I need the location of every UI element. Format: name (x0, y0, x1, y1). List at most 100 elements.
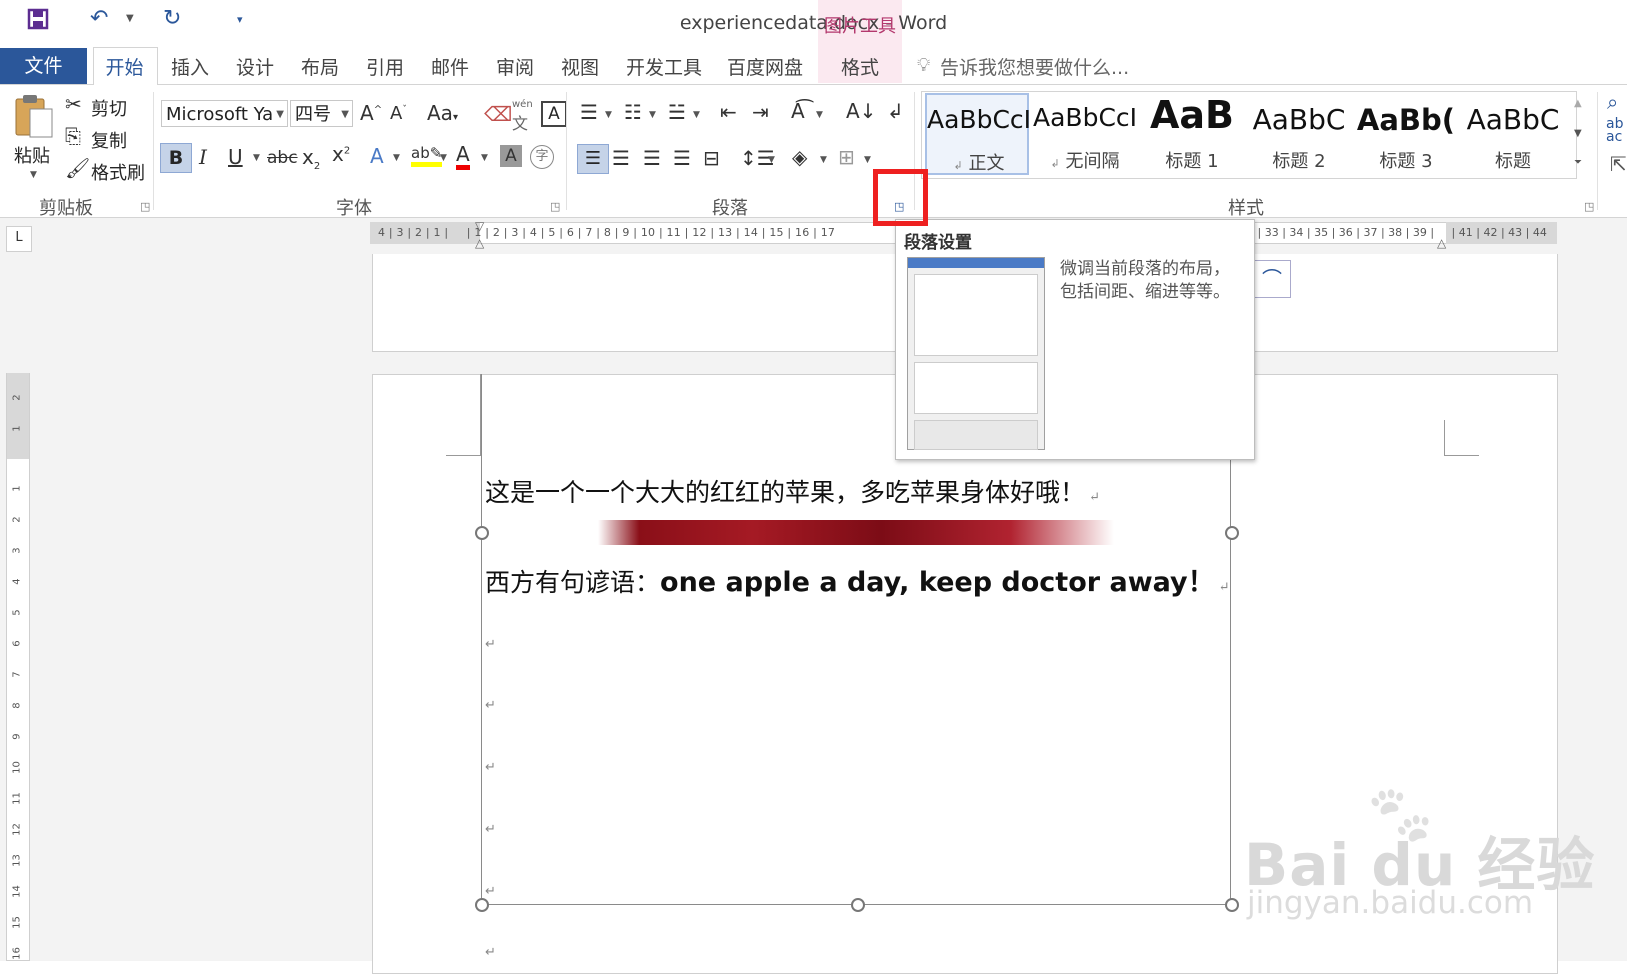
styles-scroll-down-icon[interactable]: ▼ (1574, 128, 1582, 139)
styles-scroll-up-icon[interactable]: ▲ (1574, 98, 1582, 109)
text-effects-dropdown-icon[interactable]: ▼ (393, 153, 400, 163)
shading-dropdown-icon[interactable]: ▼ (820, 155, 827, 165)
format-painter-button[interactable]: 格式刷 (91, 159, 145, 185)
subscript-icon[interactable]: x2 (302, 145, 320, 172)
resize-handle[interactable] (475, 526, 489, 540)
style-heading-2[interactable]: AaBbC 标题 2 (1247, 93, 1351, 175)
copy-icon[interactable]: ⎘ (65, 124, 81, 148)
styles-launcher-icon[interactable]: ◳ (1584, 200, 1594, 213)
hanging-indent-marker-icon[interactable]: △ (475, 236, 484, 250)
tooltip-description: 微调当前段落的布局，包括间距、缩进等等。 (1060, 259, 1230, 302)
paste-dropdown-icon[interactable]: ▼ (30, 170, 37, 180)
right-indent-marker-icon[interactable]: △ (1437, 236, 1446, 250)
numbering-icon[interactable]: ☷ (624, 100, 642, 124)
vertical-ruler-number: 2 (11, 516, 23, 523)
tab-mailings[interactable]: 邮件 (431, 53, 469, 80)
character-border-icon[interactable]: A (541, 101, 567, 127)
bold-icon[interactable]: B (160, 143, 192, 173)
paste-icon[interactable] (14, 93, 56, 143)
font-size-combo[interactable]: 四号 ▼ (290, 100, 353, 127)
tab-file[interactable]: 文件 (0, 48, 87, 84)
resize-handle[interactable] (851, 898, 865, 912)
font-color-icon[interactable]: A (456, 143, 470, 170)
line-spacing-dropdown-icon[interactable]: ▼ (768, 155, 775, 165)
shrink-font-icon[interactable]: Aˇ (390, 103, 407, 124)
decrease-indent-icon[interactable]: ⇤ (720, 100, 737, 124)
multilevel-list-icon[interactable]: ☱ (668, 100, 686, 124)
style-normal[interactable]: AaBbCcI ↲ 正文 (925, 93, 1031, 175)
bullets-dropdown-icon[interactable]: ▼ (605, 110, 612, 120)
resize-handle[interactable] (1225, 898, 1239, 912)
tab-baidu-netdisk[interactable]: 百度网盘 (727, 53, 803, 80)
italic-icon[interactable]: I (199, 145, 207, 169)
layout-options-icon[interactable]: ⌒ (1253, 260, 1291, 298)
find-icon[interactable]: ⌕ (1607, 90, 1618, 114)
style-heading-3[interactable]: AaBb( 标题 3 (1354, 93, 1458, 175)
document-line-2-prefix: 西方有句谚语： (485, 568, 661, 597)
underline-icon[interactable]: U (228, 145, 243, 169)
borders-dropdown-icon[interactable]: ▼ (864, 155, 871, 165)
tab-references[interactable]: 引用 (366, 53, 404, 80)
select-icon[interactable]: ⇱ (1610, 152, 1627, 176)
superscript-icon[interactable]: x2 (332, 142, 350, 166)
show-hide-marks-icon[interactable]: ↲ (887, 99, 904, 123)
tell-me-search[interactable]: 告诉我您想要做什么... (940, 53, 1129, 80)
style-title[interactable]: AaBbC 标题 (1461, 93, 1565, 175)
sort-icon[interactable]: A↓ (846, 99, 876, 123)
scissors-icon[interactable]: ✂ (65, 92, 82, 116)
cut-button[interactable]: 剪切 (91, 95, 127, 121)
paste-button[interactable]: 粘贴 (14, 142, 50, 168)
vertical-ruler-number: 7 (11, 671, 23, 678)
align-center-icon[interactable]: ☰ (612, 146, 630, 170)
align-left-icon[interactable]: ☰ (577, 144, 609, 174)
phonetic-guide-icon[interactable]: wén 文 (512, 99, 533, 134)
enclose-characters-icon[interactable]: 字 (530, 145, 554, 169)
chinese-layout-dropdown-icon[interactable]: ▼ (816, 110, 823, 120)
tab-format[interactable]: 格式 (841, 53, 879, 80)
grow-font-icon[interactable]: A^ (360, 101, 382, 125)
clear-formatting-icon[interactable]: ⌫ (484, 102, 512, 126)
style-heading-1[interactable]: AaB 标题 1 (1140, 93, 1244, 175)
borders-icon[interactable]: ⊞ (838, 145, 855, 169)
tab-review[interactable]: 审阅 (496, 53, 534, 80)
replace-icon[interactable]: ab ac (1606, 117, 1623, 144)
format-painter-icon[interactable]: 🖌︎ (65, 156, 90, 180)
numbering-dropdown-icon[interactable]: ▼ (649, 110, 656, 120)
resize-handle[interactable] (1225, 526, 1239, 540)
bullets-icon[interactable]: ☰ (580, 100, 598, 124)
underline-dropdown-icon[interactable]: ▼ (253, 153, 260, 163)
tab-insert[interactable]: 插入 (171, 53, 209, 80)
style-name: 标题 (1495, 151, 1531, 172)
tab-view[interactable]: 视图 (561, 53, 599, 80)
tab-selector-icon[interactable]: L (6, 226, 32, 252)
tab-developer[interactable]: 开发工具 (626, 53, 702, 80)
font-color-dropdown-icon[interactable]: ▼ (481, 153, 488, 163)
highlight-dropdown-icon[interactable]: ▼ (440, 153, 447, 163)
highlight-icon[interactable]: ab✎ (411, 144, 443, 167)
change-case-icon[interactable]: Aa▾ (427, 101, 458, 125)
resize-handle[interactable] (475, 898, 489, 912)
style-no-spacing[interactable]: AaBbCcI ↲ 无间隔 (1033, 93, 1137, 175)
multilevel-list-dropdown-icon[interactable]: ▼ (693, 110, 700, 120)
style-sample: AaBbCcI (1033, 103, 1138, 132)
justify-icon[interactable]: ☰ (673, 146, 691, 170)
distributed-icon[interactable]: ⊟ (703, 146, 720, 170)
font-launcher-icon[interactable]: ◳ (550, 200, 560, 213)
first-line-indent-marker-icon[interactable]: ▽ (475, 219, 484, 233)
apple-image[interactable] (598, 520, 1114, 545)
styles-more-icon[interactable]: ⏷ (1574, 157, 1582, 168)
clipboard-launcher-icon[interactable]: ◳ (140, 200, 150, 213)
chinese-layout-icon[interactable]: A͡ (791, 99, 805, 123)
increase-indent-icon[interactable]: ⇥ (752, 100, 769, 124)
tab-home[interactable]: 开始 (93, 53, 156, 80)
tab-layout[interactable]: 布局 (301, 53, 339, 80)
tab-design[interactable]: 设计 (236, 53, 274, 80)
character-shading-icon[interactable]: A (500, 145, 522, 167)
shading-icon[interactable]: ◈ (792, 145, 807, 169)
text-effects-icon[interactable]: A (370, 144, 384, 168)
style-name: ↲ 无间隔 (1050, 151, 1120, 172)
strikethrough-icon[interactable]: abc (267, 148, 298, 168)
align-right-icon[interactable]: ☰ (643, 146, 661, 170)
font-name-combo[interactable]: Microsoft Ya ▼ (161, 100, 288, 127)
copy-button[interactable]: 复制 (91, 127, 127, 153)
